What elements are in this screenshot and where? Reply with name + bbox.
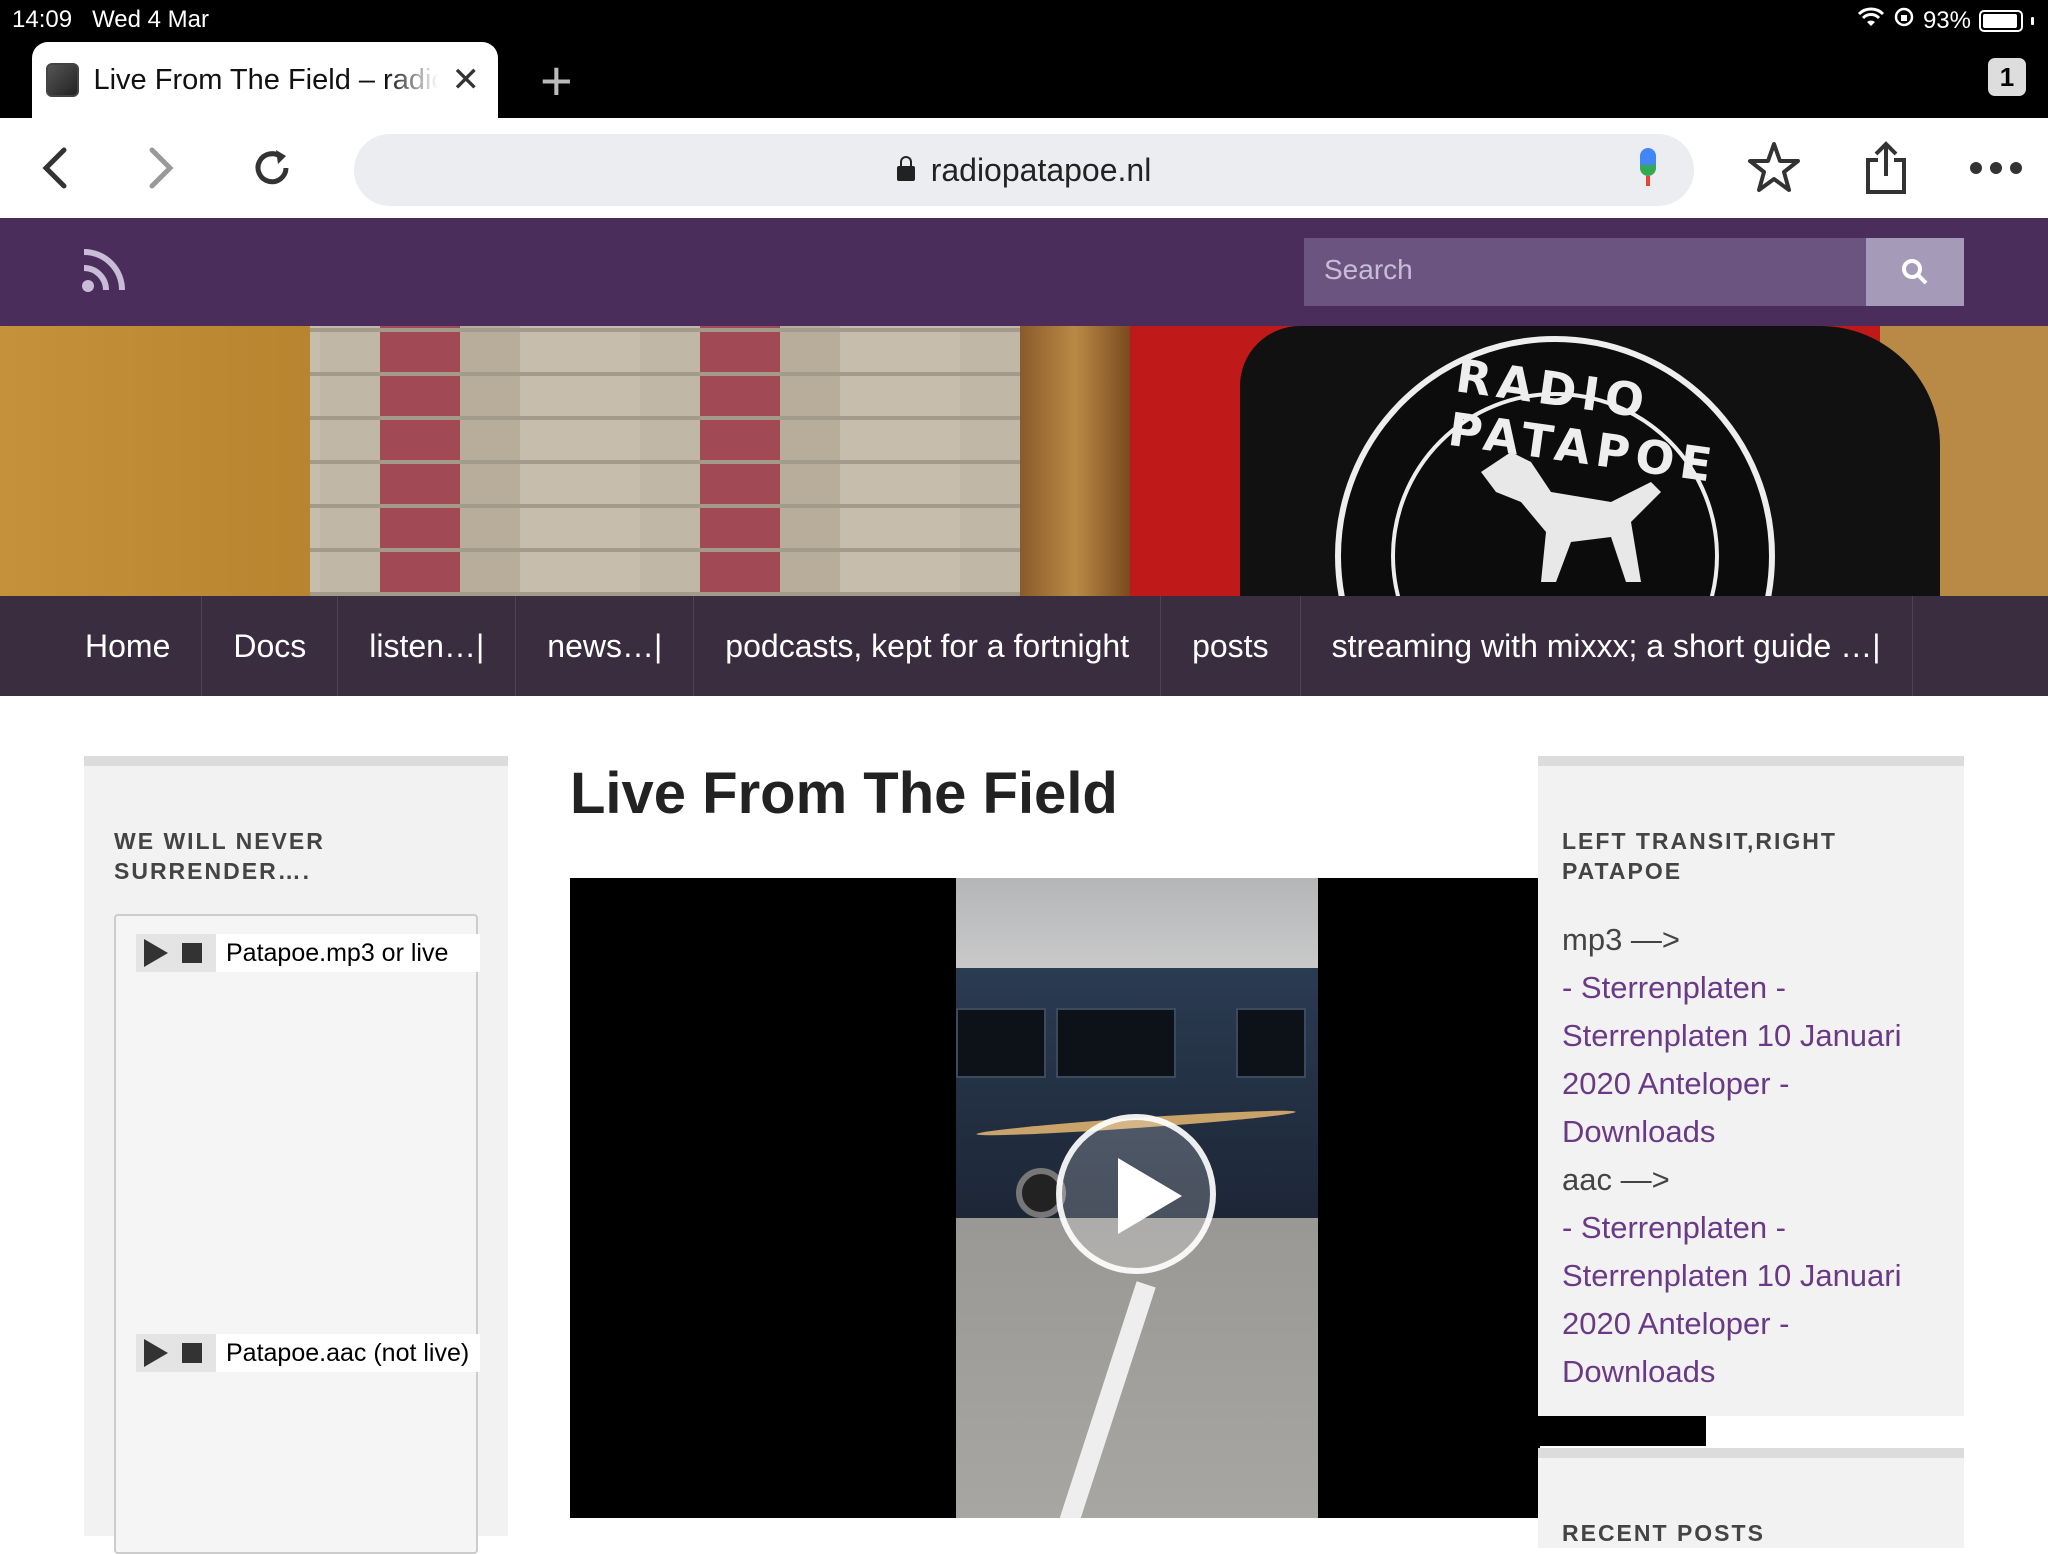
video-play-icon[interactable] [1056, 1114, 1216, 1274]
nav-news[interactable]: news…| [516, 596, 695, 696]
page-title: Live From The Field [570, 761, 1118, 826]
rss-icon[interactable] [80, 246, 128, 294]
nav-podcasts[interactable]: podcasts, kept for a fortnight [694, 596, 1162, 696]
aac-link-line[interactable]: - Sterrenplaten - [1562, 1204, 1942, 1252]
header-banner-image: RADIO PATAPOE [0, 326, 2048, 596]
road-marking [1056, 1281, 1156, 1518]
audio-player-aac: Patapoe.aac (not live) [136, 1334, 480, 1372]
aac-link-line[interactable]: 2020 Anteloper - [1562, 1300, 1942, 1348]
bookmark-button[interactable] [1744, 138, 1804, 198]
right-widget-title: LEFT TRANSIT,RIGHT PATAPOE [1562, 828, 1837, 884]
lock-icon [896, 156, 915, 181]
status-bar: 14:09 Wed 4 Mar 93% [0, 0, 2048, 40]
player-label: Patapoe.mp3 or live [216, 934, 480, 972]
left-widget-title: WE WILL NEVER SURRENDER…. [114, 828, 325, 884]
nav-home[interactable]: Home [54, 596, 203, 696]
new-tab-icon[interactable]: + [540, 48, 573, 113]
reload-button[interactable] [242, 138, 302, 198]
main-navigation: Home Docs listen…| news…| podcasts, kept… [0, 596, 2048, 696]
browser-tab[interactable]: Live From The Field – radio patapoe ✕ [32, 42, 498, 118]
nav-docs[interactable]: Docs [202, 596, 339, 696]
battery-icon [1979, 9, 2023, 32]
back-button[interactable] [24, 138, 84, 198]
dog-emblem-icon [1481, 452, 1661, 582]
share-button[interactable] [1856, 138, 1916, 198]
main-content: Live From The Field [570, 756, 1540, 832]
player-label: Patapoe.aac (not live) [216, 1334, 480, 1372]
search-button[interactable] [1866, 238, 1964, 306]
mp3-link-line[interactable]: Sterrenplaten 10 Januari [1562, 1012, 1942, 1060]
browser-toolbar: radiopatapoe.nl [0, 118, 2048, 218]
url-text: radiopatapoe.nl [930, 152, 1152, 188]
nav-listen[interactable]: listen…| [338, 596, 517, 696]
star-icon [1748, 142, 1800, 192]
site-header: Search [0, 218, 2048, 326]
battery-nub [2031, 16, 2034, 25]
reload-icon [255, 150, 289, 185]
wifi-icon [1857, 6, 1885, 35]
close-tab-icon[interactable]: ✕ [452, 60, 481, 100]
video-thumbnail [956, 878, 1318, 1518]
mp3-heading: mp3 —> [1562, 922, 1681, 957]
status-right: 93% [1857, 6, 2034, 35]
ellipsis-icon [1970, 162, 2022, 174]
nav-posts[interactable]: posts [1161, 596, 1301, 696]
right-sidebar-widget: LEFT TRANSIT,RIGHT PATAPOE mp3 —> - Ster… [1538, 756, 1964, 1416]
audio-player-mp3: Patapoe.mp3 or live [136, 934, 480, 972]
mp3-link-line[interactable]: - Sterrenplaten - [1562, 964, 1942, 1012]
play-icon[interactable] [144, 939, 168, 967]
forward-button[interactable] [132, 138, 192, 198]
recent-posts-title: RECENT POSTS [1562, 1520, 1765, 1546]
aac-link-line[interactable]: Downloads [1562, 1348, 1942, 1396]
chevron-right-icon [149, 147, 174, 189]
recent-posts-widget: RECENT POSTS [1538, 1448, 1964, 1548]
orientation-lock-icon [1893, 6, 1915, 35]
stop-icon[interactable] [182, 943, 202, 963]
tab-bar: Live From The Field – radio patapoe ✕ + … [0, 40, 2048, 118]
stop-icon[interactable] [182, 1343, 202, 1363]
nav-streaming-guide[interactable]: streaming with mixxx; a short guide …| [1301, 596, 1913, 696]
tab-title: Live From The Field – radio patapoe [93, 63, 437, 96]
aac-heading: aac —> [1562, 1162, 1670, 1197]
more-button[interactable] [1966, 138, 2026, 198]
search-icon [1902, 259, 1928, 285]
play-icon[interactable] [144, 1339, 168, 1367]
aac-link-line[interactable]: Sterrenplaten 10 Januari [1562, 1252, 1942, 1300]
search-input[interactable]: Search [1304, 238, 1866, 306]
video-player[interactable] [570, 878, 1540, 1518]
video-overflow-strip [1538, 1416, 1706, 1446]
banner-wood-post [1020, 326, 1130, 596]
right-widget-body: mp3 —> - Sterrenplaten - Sterrenplaten 1… [1562, 916, 1942, 1396]
mp3-link-line[interactable]: Downloads [1562, 1108, 1942, 1156]
mp3-link-line[interactable]: 2020 Anteloper - [1562, 1060, 1942, 1108]
audio-players-box: Patapoe.mp3 or live Patapoe.aac (not liv… [114, 914, 480, 1554]
url-display: radiopatapoe.nl [354, 152, 1694, 189]
address-bar[interactable]: radiopatapoe.nl [354, 134, 1694, 206]
tab-count-button[interactable]: 1 [1988, 58, 2026, 96]
left-sidebar-widget: WE WILL NEVER SURRENDER…. Patapoe.mp3 or… [84, 756, 508, 1554]
share-icon [1866, 141, 1906, 194]
battery-percent: 93% [1922, 6, 1971, 34]
site-favicon-icon [46, 63, 80, 97]
chevron-left-icon [42, 147, 67, 189]
microphone-icon[interactable] [1638, 148, 1658, 192]
status-time-date: 14:09 Wed 4 Mar [12, 6, 210, 33]
